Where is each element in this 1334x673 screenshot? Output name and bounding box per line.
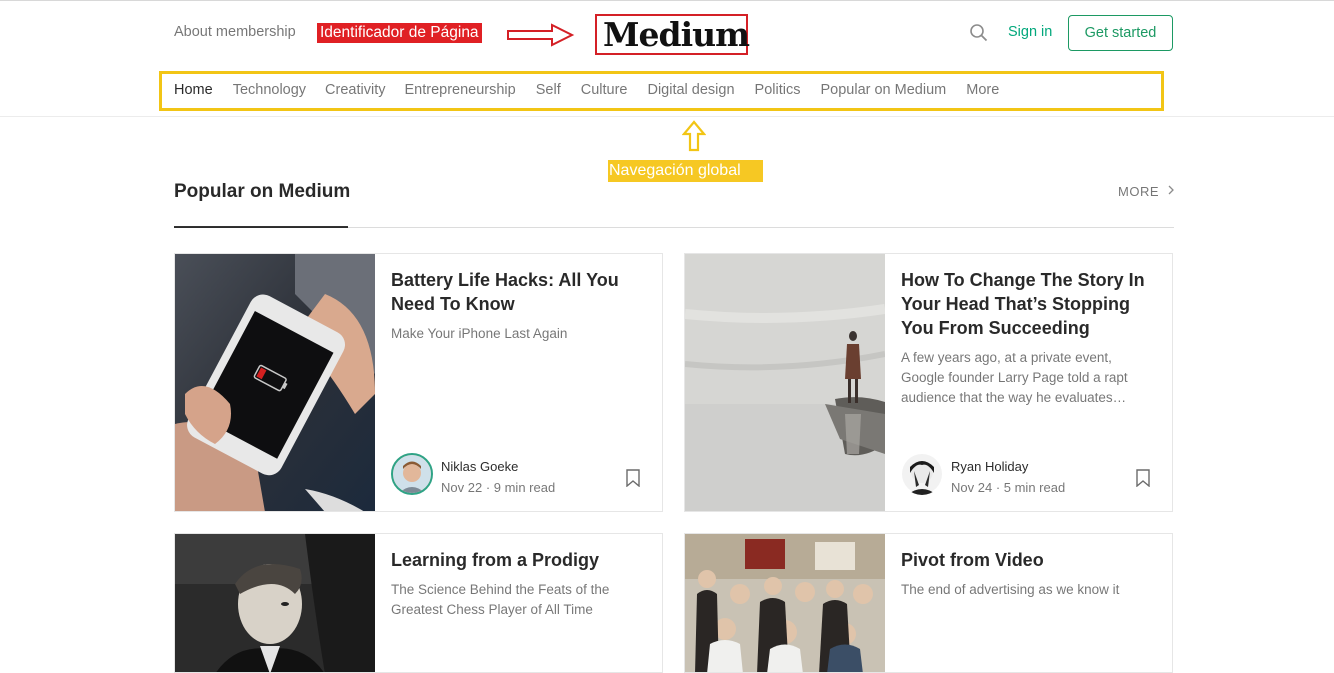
article-card[interactable]: Pivot from Video The end of advertising … xyxy=(684,533,1173,673)
article-thumbnail-lake[interactable] xyxy=(685,254,885,511)
global-nav-annotation: Navegación global xyxy=(608,160,763,182)
article-subtitle: The end of advertising as we know it xyxy=(901,582,1120,597)
article-thumbnail-phone[interactable] xyxy=(175,254,375,511)
chevron-right-icon xyxy=(1168,185,1175,195)
nav-item-home[interactable]: Home xyxy=(174,82,213,98)
bookmark-icon[interactable] xyxy=(1135,469,1151,487)
nav-divider xyxy=(0,116,1334,117)
nav-item-self[interactable]: Self xyxy=(536,82,561,98)
article-subtitle: Make Your iPhone Last Again xyxy=(391,326,568,341)
article-card[interactable]: Battery Life Hacks: All You Need To Know… xyxy=(174,253,663,512)
sign-in-link[interactable]: Sign in xyxy=(1008,24,1052,40)
avatar[interactable] xyxy=(391,453,433,495)
page-identifier-annotation: Identificador de Página xyxy=(317,23,482,43)
more-label: MORE xyxy=(1118,184,1159,199)
post-date: Nov 24 xyxy=(951,480,993,495)
nav-item-entrepreneurship[interactable]: Entrepreneurship xyxy=(404,82,515,98)
article-subtitle: A few years ago, at a private event, Goo… xyxy=(901,350,1128,405)
section-title: Popular on Medium xyxy=(174,181,351,202)
article-title[interactable]: Learning from a Prodigy xyxy=(391,548,636,572)
article-title[interactable]: How To Change The Story In Your Head Tha… xyxy=(901,268,1146,340)
article-card[interactable]: Learning from a Prodigy The Science Behi… xyxy=(174,533,663,673)
get-started-button[interactable]: Get started xyxy=(1068,15,1173,51)
author-name[interactable]: Niklas Goeke xyxy=(441,459,518,474)
nav-item-popular[interactable]: Popular on Medium xyxy=(820,82,946,98)
nav-item-creativity[interactable]: Creativity xyxy=(325,82,385,98)
up-arrow-icon xyxy=(682,120,706,152)
read-time: 9 min read xyxy=(493,480,556,495)
read-time: 5 min read xyxy=(1003,480,1066,495)
nav-item-politics[interactable]: Politics xyxy=(755,82,801,98)
avatar[interactable] xyxy=(901,453,943,495)
top-divider xyxy=(0,0,1334,1)
post-date: Nov 22 xyxy=(441,480,483,495)
nav-item-digital-design[interactable]: Digital design xyxy=(647,82,734,98)
nav-item-more[interactable]: More xyxy=(966,82,999,98)
post-meta: Nov 22 · 9 min read xyxy=(441,480,556,495)
right-arrow-icon xyxy=(507,23,575,47)
nav-item-culture[interactable]: Culture xyxy=(581,82,628,98)
article-title[interactable]: Pivot from Video xyxy=(901,548,1146,572)
article-subtitle: The Science Behind the Feats of the Grea… xyxy=(391,582,610,617)
article-thumbnail-prodigy[interactable] xyxy=(175,534,375,672)
author-name[interactable]: Ryan Holiday xyxy=(951,459,1028,474)
nav-item-technology[interactable]: Technology xyxy=(233,82,306,98)
search-icon[interactable] xyxy=(969,23,989,43)
article-card[interactable]: How To Change The Story In Your Head Tha… xyxy=(684,253,1173,512)
section-title-underline xyxy=(174,226,348,228)
global-navigation: Home Technology Creativity Entrepreneurs… xyxy=(174,82,999,98)
about-membership-link[interactable]: About membership xyxy=(174,24,296,40)
article-thumbnail-video[interactable] xyxy=(685,534,885,672)
more-link[interactable]: MORE xyxy=(1118,184,1176,199)
post-meta: Nov 24 · 5 min read xyxy=(951,480,1066,495)
medium-logo[interactable]: Medium xyxy=(603,14,750,55)
article-title[interactable]: Battery Life Hacks: All You Need To Know xyxy=(391,268,636,316)
bookmark-icon[interactable] xyxy=(625,469,641,487)
